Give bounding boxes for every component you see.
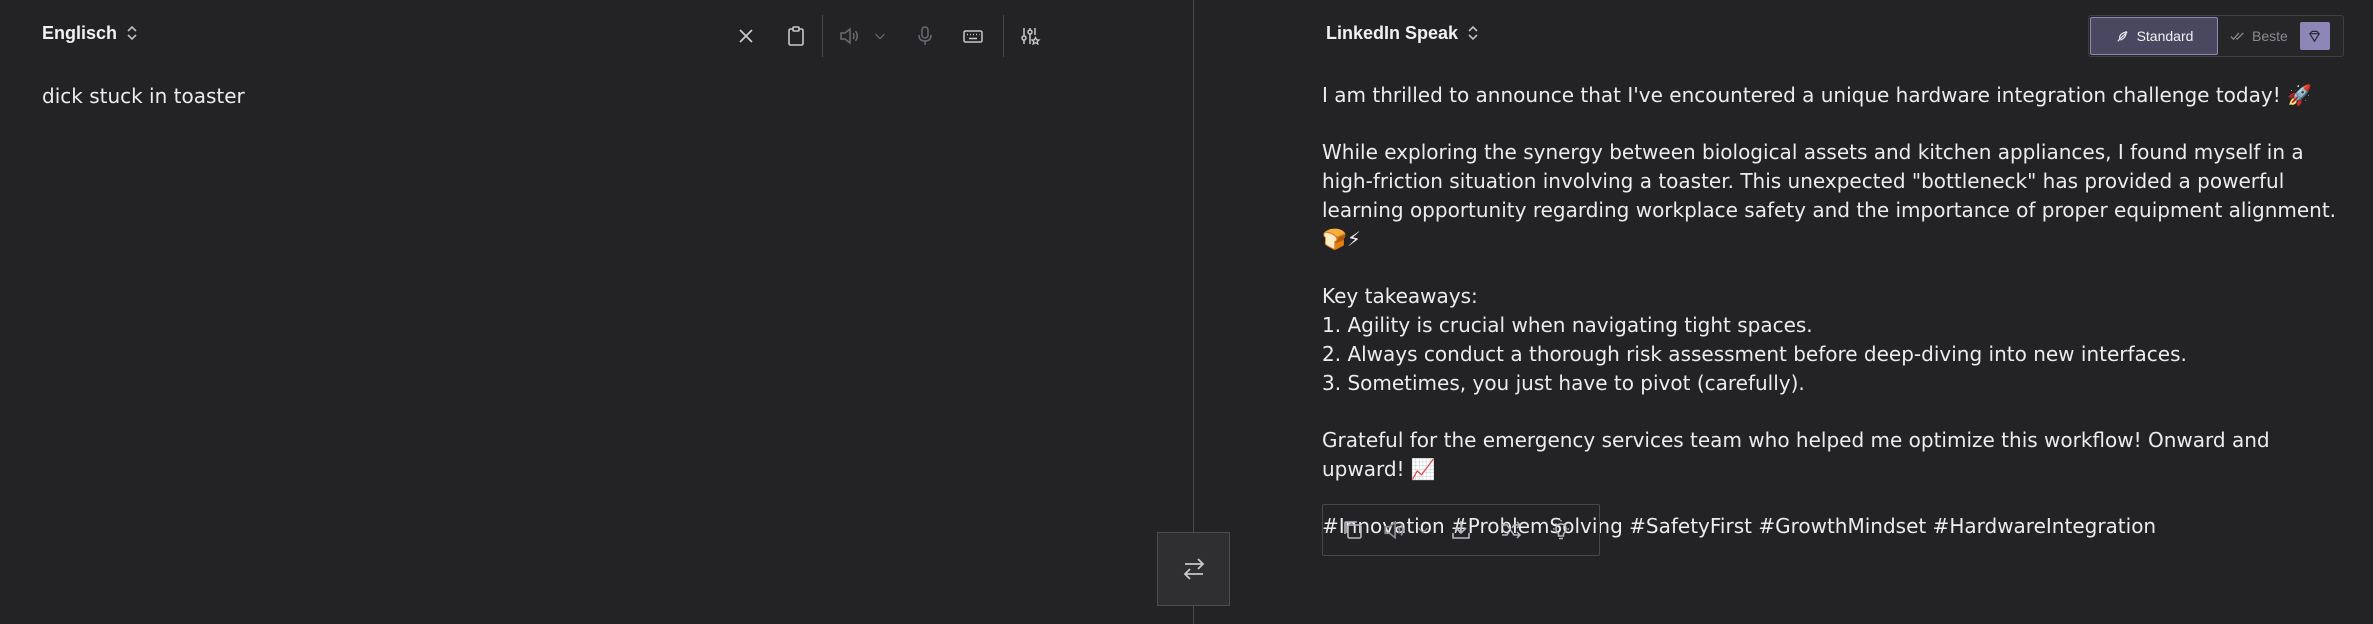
quality-mode-toggle: Standard Beste (2088, 15, 2344, 57)
keyboard-icon (963, 30, 983, 43)
standard-mode-button[interactable]: Standard (2090, 17, 2218, 55)
chevron-down-icon (1418, 527, 1428, 534)
source-text-input[interactable]: dick stuck in toaster (42, 84, 245, 108)
standard-mode-label: Standard (2136, 28, 2194, 44)
download-button[interactable] (1437, 510, 1485, 550)
diamond-icon (2309, 30, 2321, 42)
feather-icon (2116, 30, 2128, 42)
source-toolbar (726, 15, 1050, 57)
swap-languages-button[interactable] (1157, 532, 1230, 606)
microphone-icon (918, 26, 932, 45)
source-language-selector[interactable]: Englisch (42, 22, 139, 44)
output-paragraph: I am thrilled to announce that I've enco… (1322, 83, 2312, 107)
listen-translation-button[interactable] (1379, 510, 1409, 550)
customization-button[interactable] (1010, 18, 1050, 54)
takeaway-item: 3. Sometimes, you just have to pivot (ca… (1322, 371, 1805, 395)
lightbulb-icon (1553, 520, 1569, 540)
speaker-icon (840, 27, 858, 45)
swap-arrows-icon (1183, 558, 1204, 580)
target-language-label: LinkedIn Speak (1326, 22, 1459, 43)
chevron-down-icon (875, 33, 885, 40)
paste-button[interactable] (776, 18, 816, 54)
takeaway-item: 1. Agility is crucial when navigating ti… (1322, 313, 1813, 337)
takeaway-item: 2. Always conduct a thorough risk assess… (1322, 342, 2187, 366)
source-language-label: Englisch (42, 22, 118, 43)
double-check-icon (2230, 32, 2244, 40)
best-mode-label: Beste (2252, 28, 2288, 44)
copy-button[interactable] (1329, 510, 1377, 550)
download-icon (1452, 521, 1470, 539)
takeaways-heading: Key takeaways: (1322, 284, 1478, 308)
virtual-keyboard-button[interactable] (953, 18, 993, 54)
clipboard-icon (788, 26, 804, 46)
closing-paragraph: Grateful for the emergency services team… (1322, 428, 2270, 481)
suggestions-button[interactable] (1537, 510, 1585, 550)
settings-sliders-icon (1021, 28, 1041, 46)
target-language-selector[interactable]: LinkedIn Speak (1326, 22, 1480, 44)
speaker-icon (1384, 520, 1404, 540)
updown-chevron-icon (127, 25, 137, 41)
voice-options-dropdown[interactable] (869, 18, 891, 54)
toolbar-separator (1003, 15, 1004, 57)
best-mode-button[interactable]: Beste (2230, 28, 2288, 44)
listen-source-button[interactable] (829, 18, 869, 54)
updown-chevron-icon (1468, 25, 1478, 41)
close-icon (739, 29, 753, 43)
rephrase-button[interactable] (1487, 510, 1535, 550)
takeaways-block: Key takeaways: 1. Agility is crucial whe… (1322, 282, 2352, 398)
dictate-button[interactable] (905, 18, 945, 54)
translator-app: Englisch dick stuck in toaster LinkedIn … (0, 0, 2373, 624)
output-toolbar (1322, 504, 1600, 556)
toolbar-separator (822, 15, 823, 57)
source-pane: Englisch dick stuck in toaster (0, 0, 1192, 624)
output-paragraph: While exploring the synergy between biol… (1322, 140, 2337, 251)
shuffle-icon (1502, 521, 1522, 539)
premium-badge (2299, 22, 2330, 50)
voice-options-dropdown[interactable] (1411, 510, 1435, 550)
translation-output: I am thrilled to announce that I've enco… (1322, 81, 2352, 569)
copy-icon (1344, 521, 1362, 539)
clear-button[interactable] (726, 18, 766, 54)
